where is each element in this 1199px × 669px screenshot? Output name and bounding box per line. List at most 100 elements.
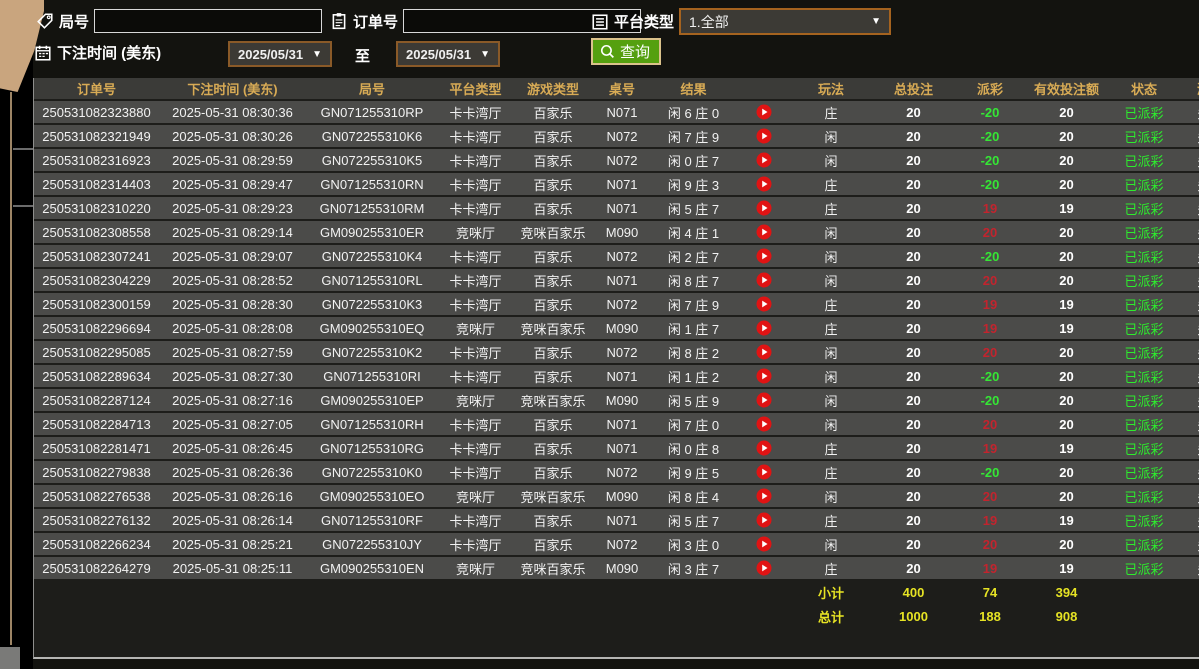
cell-order-no: 250531082304229: [34, 268, 159, 293]
cell-result: 闲 7 庄 9: [651, 292, 736, 317]
cell-valid-bet: 20: [1024, 244, 1109, 269]
order-label: 订单号: [353, 13, 399, 31]
date-from-select[interactable]: 2025/05/31 ▼: [228, 41, 332, 67]
replay-play-button[interactable]: [756, 392, 772, 408]
table-row: 250531082314403 2025-05-31 08:29:47 GN07…: [34, 172, 1199, 197]
replay-play-button[interactable]: [756, 128, 772, 144]
replay-play-button[interactable]: [756, 296, 772, 312]
table-row: 250531082264279 2025-05-31 08:25:11 GM09…: [34, 556, 1199, 581]
cell-table-no: N071: [593, 172, 651, 197]
cell-replay: [736, 484, 791, 509]
cell-order-no: 250531082316923: [34, 148, 159, 173]
tag-icon: [36, 12, 54, 30]
cell-platform: 卡卡湾厅: [438, 148, 513, 173]
replay-play-button[interactable]: [756, 200, 772, 216]
replay-play-button[interactable]: [756, 320, 772, 336]
replay-play-button[interactable]: [756, 512, 772, 528]
cell-replay: [736, 508, 791, 533]
cell-valid-bet: 19: [1024, 556, 1109, 581]
cell-payout: 20: [956, 340, 1024, 365]
replay-play-button[interactable]: [756, 368, 772, 384]
cell-bet-time: 2025-05-31 08:26:14: [159, 508, 306, 533]
cell-status: 已派彩: [1109, 388, 1179, 413]
replay-play-button[interactable]: [756, 488, 772, 504]
date-to-select[interactable]: 2025/05/31 ▼: [396, 41, 500, 67]
cell-play-method: 闲: [791, 340, 871, 365]
left-decoration: [0, 0, 44, 669]
cell-play-method: 庄: [791, 508, 871, 533]
cell-payout: -20: [956, 388, 1024, 413]
cell-total-bet: 20: [871, 244, 956, 269]
cell-total-bet: 20: [871, 196, 956, 221]
col-header-order: 订单号: [34, 78, 159, 101]
cell-payout: -20: [956, 244, 1024, 269]
round-input[interactable]: [94, 9, 323, 33]
replay-play-button[interactable]: [756, 224, 772, 240]
cell-game-mode: 多台: [1179, 364, 1199, 389]
cell-result: 闲 5 庄 7: [651, 196, 736, 221]
cell-status: 已派彩: [1109, 100, 1179, 125]
cell-result: 闲 0 庄 7: [651, 148, 736, 173]
col-header-platform: 平台类型: [438, 78, 513, 101]
cell-payout: -20: [956, 148, 1024, 173]
replay-play-button[interactable]: [756, 560, 772, 576]
cell-bet-time: 2025-05-31 08:29:59: [159, 148, 306, 173]
col-header-game: 游戏类型: [513, 78, 593, 101]
replay-play-button[interactable]: [756, 464, 772, 480]
cell-game-mode: 多台: [1179, 100, 1199, 125]
replay-play-button[interactable]: [756, 416, 772, 432]
list-icon: [591, 13, 609, 31]
bet-records-table: 订单号 下注时间 (美东) 局号 平台类型 游戏类型 桌号 结果 玩法 总投注 …: [34, 78, 1199, 628]
cell-replay: [736, 340, 791, 365]
grand-total-payout: 188: [979, 608, 1001, 624]
replay-play-button[interactable]: [756, 344, 772, 360]
cell-table-no: N071: [593, 196, 651, 221]
cell-status: 已派彩: [1109, 556, 1179, 581]
replay-play-button[interactable]: [756, 176, 772, 192]
cell-platform: 卡卡湾厅: [438, 124, 513, 149]
platform-select[interactable]: 1.全部 ▼: [679, 8, 892, 35]
cell-table-no: N072: [593, 148, 651, 173]
table-row: 250531082289634 2025-05-31 08:27:30 GN07…: [34, 364, 1199, 389]
table-header-row: 订单号 下注时间 (美东) 局号 平台类型 游戏类型 桌号 结果 玩法 总投注 …: [34, 78, 1199, 101]
grand-total-valid: 908: [1055, 608, 1078, 624]
cell-total-bet: 20: [871, 556, 956, 581]
cell-bet-time: 2025-05-31 08:27:16: [159, 388, 306, 413]
cell-status: 已派彩: [1109, 364, 1179, 389]
cell-valid-bet: 20: [1024, 100, 1109, 125]
col-header-valid: 有效投注额: [1024, 78, 1109, 101]
cell-result: 闲 4 庄 1: [651, 220, 736, 245]
cell-round-no: GM090255310EQ: [306, 316, 438, 341]
table-row: 250531082321949 2025-05-31 08:30:26 GN07…: [34, 124, 1199, 149]
replay-play-button[interactable]: [756, 536, 772, 552]
cell-table-no: M090: [593, 556, 651, 581]
cell-table-no: N071: [593, 412, 651, 437]
cell-round-no: GN072255310K4: [306, 244, 438, 269]
cell-replay: [736, 196, 791, 221]
cell-payout: 20: [956, 532, 1024, 557]
cell-game-type: 竞咪百家乐: [513, 484, 593, 509]
cell-table-no: N071: [593, 268, 651, 293]
cell-total-bet: 20: [871, 532, 956, 557]
replay-play-button[interactable]: [756, 248, 772, 264]
replay-play-button[interactable]: [756, 440, 772, 456]
cell-table-no: N072: [593, 124, 651, 149]
replay-play-button[interactable]: [756, 104, 772, 120]
platform-label: 平台类型: [614, 14, 675, 31]
cell-platform: 卡卡湾厅: [438, 436, 513, 461]
table-body: 250531082323880 2025-05-31 08:30:36 GN07…: [34, 100, 1199, 581]
cell-status: 已派彩: [1109, 340, 1179, 365]
cell-game-mode: 多台: [1179, 196, 1199, 221]
cell-platform: 卡卡湾厅: [438, 292, 513, 317]
replay-play-button[interactable]: [756, 152, 772, 168]
strip-segment: [13, 148, 33, 150]
cell-game-mode: 多台: [1179, 172, 1199, 197]
cell-round-no: GN072255310K3: [306, 292, 438, 317]
cell-bet-time: 2025-05-31 08:26:36: [159, 460, 306, 485]
cell-table-no: N071: [593, 100, 651, 125]
cell-status: 已派彩: [1109, 196, 1179, 221]
cell-round-no: GN071255310RI: [306, 364, 438, 389]
search-button[interactable]: 查询: [591, 38, 662, 65]
cell-play-method: 闲: [791, 244, 871, 269]
replay-play-button[interactable]: [756, 272, 772, 288]
